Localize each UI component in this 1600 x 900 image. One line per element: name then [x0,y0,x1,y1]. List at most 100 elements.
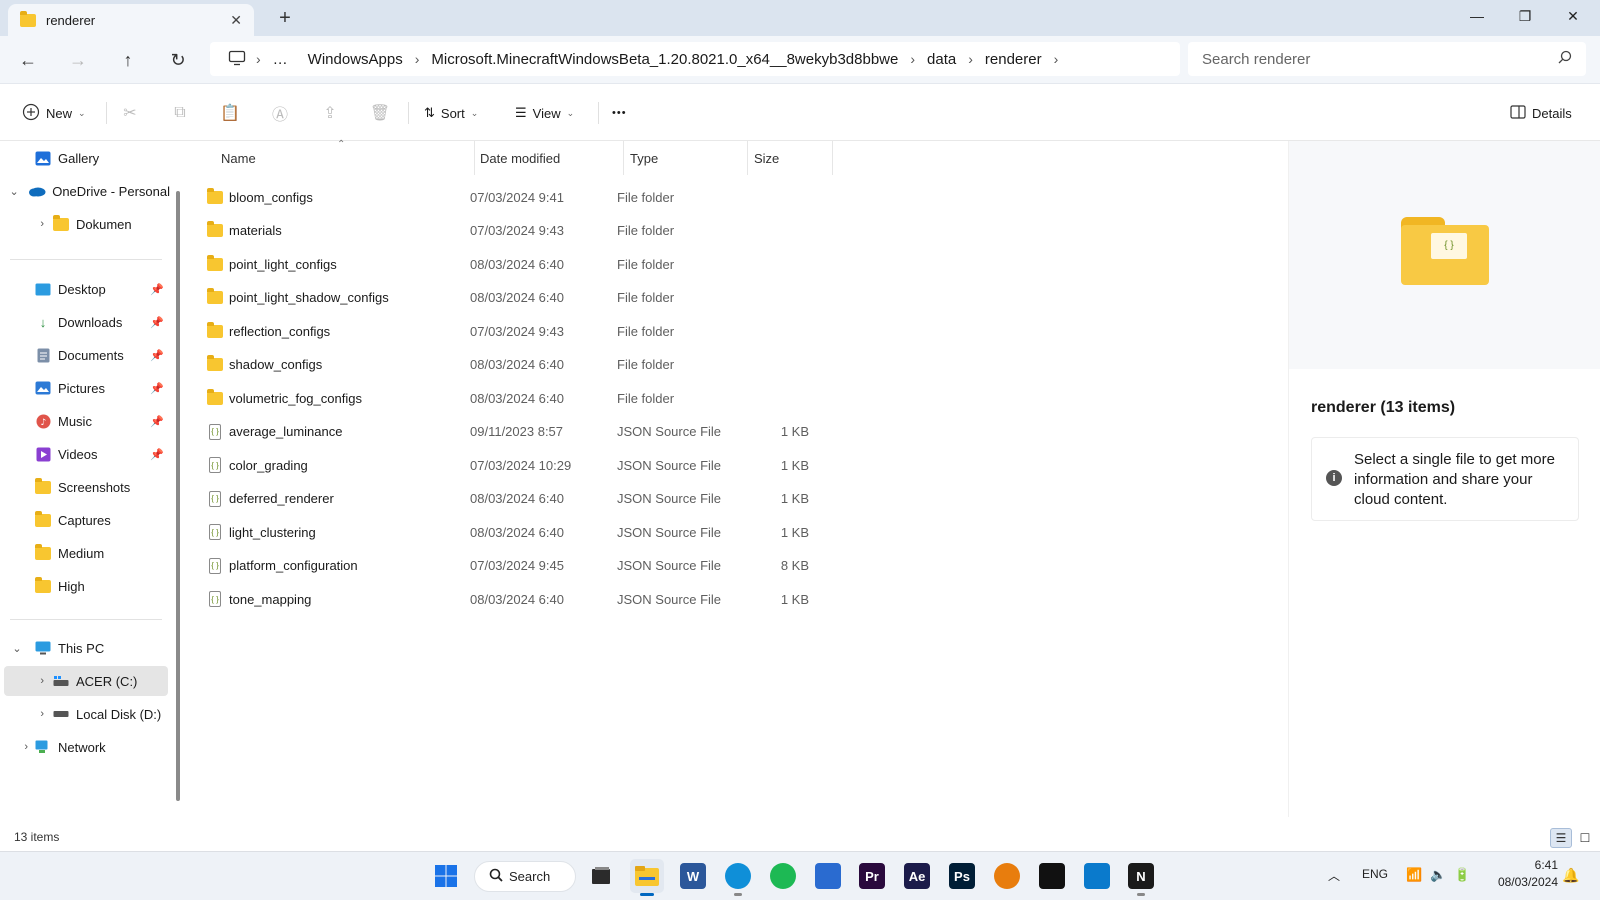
refresh-button[interactable]: ↻ [162,46,194,74]
word-taskbar[interactable]: W [676,859,710,893]
premiere-taskbar[interactable]: Pr [855,859,889,893]
see-more-button[interactable]: ••• [612,98,627,128]
this-pc-icon[interactable] [220,50,254,69]
column-divider[interactable] [623,141,624,175]
cut-button[interactable]: ✂ [114,98,146,128]
breadcrumb-renderer[interactable]: renderer [975,51,1052,68]
up-button[interactable]: ↑ [112,46,144,74]
paste-button[interactable]: 📋 [214,98,246,128]
breadcrumb-minecraft[interactable]: Microsoft.MinecraftWindowsBeta_1.20.8021… [421,51,908,68]
battery-icon[interactable]: 🔋 [1454,867,1470,883]
file-row[interactable]: shadow_configs 08/03/2024 6:40 File folder [207,348,827,382]
sidebar-item-desktop[interactable]: Desktop 📌 [0,274,170,304]
file-row[interactable]: materials 07/03/2024 9:43 File folder [207,214,827,248]
chevron-right-icon[interactable]: › [0,708,52,720]
chevron-right-icon[interactable]: › [0,218,52,230]
notion-taskbar[interactable]: N [1124,859,1158,896]
file-row[interactable]: { } average_luminance 09/11/2023 8:57 JSON … [207,415,827,449]
column-header-size[interactable]: Size [754,141,779,175]
photoshop-taskbar[interactable]: Ps [945,859,979,893]
minimize-button[interactable]: — [1454,0,1500,32]
close-tab-icon[interactable]: ✕ [230,12,242,29]
pin-icon[interactable]: 📌 [150,448,164,461]
sort-button[interactable]: ⇅ Sort ⌄ [424,98,478,128]
details-button[interactable]: Details [1510,98,1572,128]
tab-renderer[interactable]: renderer ✕ [8,4,254,36]
chevron-right-icon[interactable]: › [0,741,34,753]
column-divider[interactable] [832,141,833,175]
sidebar-item-high[interactable]: High [0,571,170,601]
sidebar-item-videos[interactable]: Videos 📌 [0,439,170,469]
column-divider[interactable] [474,141,475,175]
sidebar-item-medium[interactable]: Medium [0,538,170,568]
file-row[interactable]: point_light_configs 08/03/2024 6:40 File f… [207,247,827,281]
store-taskbar[interactable] [811,859,845,893]
after-effects-taskbar[interactable]: Ae [900,859,934,893]
rename-button[interactable]: Ⓐ [264,98,296,128]
sidebar-scrollbar[interactable] [176,191,180,801]
close-window-button[interactable]: ✕ [1550,0,1596,32]
pin-icon[interactable]: 📌 [150,415,164,428]
view-button[interactable]: ☰ View ⌄ [515,98,574,128]
breadcrumb-windowsapps[interactable]: WindowsApps [298,51,413,68]
sidebar-item-music[interactable]: ♪ Music 📌 [0,406,170,436]
breadcrumb-overflow[interactable]: … [263,51,298,68]
edge-taskbar[interactable] [721,859,755,896]
column-header-name[interactable]: Name [221,141,256,175]
blender-taskbar[interactable] [990,859,1024,893]
search-input[interactable]: Search renderer [1188,42,1586,76]
sidebar-item-network[interactable]: › Network [0,732,170,762]
file-row[interactable]: { } color_grading 07/03/2024 10:29 JSON Sou… [207,448,827,482]
chevron-right-icon[interactable]: › [413,51,422,67]
chevron-right-icon[interactable]: › [254,51,263,67]
spotify-taskbar[interactable] [766,859,800,893]
pin-icon[interactable]: 📌 [150,316,164,329]
notification-bell-icon[interactable]: 🔔 [1562,867,1579,884]
chevron-right-icon[interactable]: › [966,51,975,67]
forward-button[interactable]: → [62,46,94,74]
back-button[interactable]: ← [12,46,44,74]
vscode-taskbar[interactable] [1080,859,1114,893]
details-view-button[interactable]: ☰ [1550,828,1572,848]
file-row[interactable]: { } deferred_renderer 08/03/2024 6:40 JSON … [207,482,827,516]
maximize-button[interactable]: ❐ [1502,0,1548,32]
pin-icon[interactable]: 📌 [150,382,164,395]
task-view-button[interactable] [584,859,618,893]
start-button[interactable] [429,859,463,893]
capcut-taskbar[interactable] [1035,859,1069,893]
sidebar-item-captures[interactable]: Captures [0,505,170,535]
sidebar-item-acer-c[interactable]: › ACER (C:) [4,666,168,696]
pin-icon[interactable]: 📌 [150,349,164,362]
file-row[interactable]: volumetric_fog_configs 08/03/2024 6:40 Fil… [207,381,827,415]
file-explorer-taskbar[interactable] [630,859,664,896]
file-row[interactable]: reflection_configs 07/03/2024 9:43 File fo… [207,314,827,348]
file-row[interactable]: { } tone_mapping 08/03/2024 6:40 JSON Sourc… [207,582,827,616]
copy-button[interactable]: ⧉ [164,98,196,128]
sidebar-item-this-pc[interactable]: ⌄ This PC [0,633,170,663]
sidebar-item-onedrive[interactable]: ⌄ OneDrive - Personal [0,176,171,206]
chevron-down-icon[interactable]: ⌄ [0,185,28,198]
delete-button[interactable]: 🗑 [364,98,396,128]
tray-overflow-icon[interactable]: ︿ [1328,867,1340,884]
sidebar-item-dokumen[interactable]: › Dokumen [0,209,170,239]
tiles-view-button[interactable]: ☐ [1574,828,1596,848]
sidebar-item-pictures[interactable]: Pictures 📌 [0,373,170,403]
clock[interactable]: 6:41 08/03/2024 [1486,857,1558,891]
share-button[interactable]: ⇪ [314,98,346,128]
file-row[interactable]: { } light_clustering 08/03/2024 6:40 JSON S… [207,515,827,549]
sidebar-item-local-disk-d[interactable]: › Local Disk (D:) [0,699,170,729]
sidebar-item-documents[interactable]: Documents 📌 [0,340,170,370]
wifi-icon[interactable]: 📶 [1406,867,1422,883]
column-header-date[interactable]: Date modified [480,141,560,175]
column-header-type[interactable]: Type [630,141,658,175]
column-divider[interactable] [747,141,748,175]
sidebar-item-screenshots[interactable]: Screenshots [0,472,170,502]
language-indicator[interactable]: ENG [1362,867,1388,881]
chevron-right-icon[interactable]: › [4,675,52,687]
chevron-down-icon[interactable]: ⌄ [0,642,34,655]
new-button[interactable]: New ⌄ [22,98,86,128]
file-row[interactable]: bloom_configs 07/03/2024 9:41 File folder [207,180,827,214]
chevron-right-icon[interactable]: › [908,51,917,67]
sidebar-item-downloads[interactable]: ↓ Downloads 📌 [0,307,170,337]
sidebar-item-gallery[interactable]: Gallery [0,143,170,173]
